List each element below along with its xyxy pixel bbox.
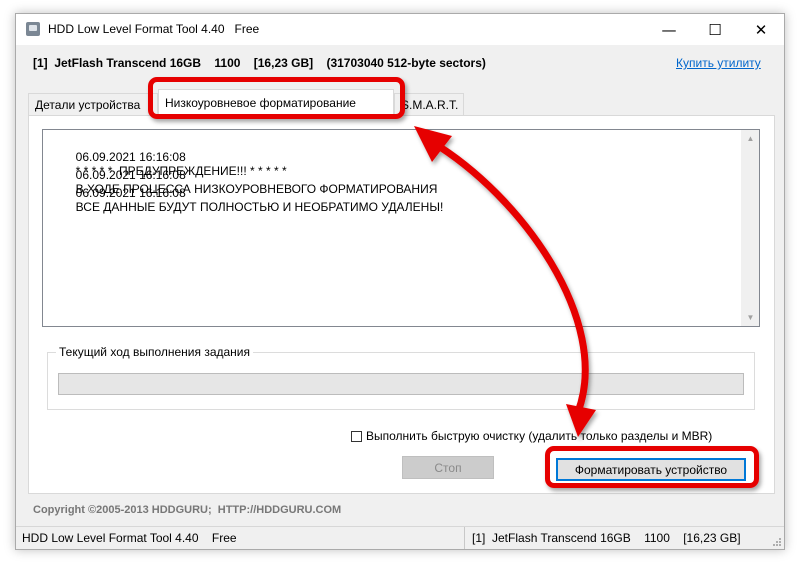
scroll-up-icon[interactable]: ▲	[742, 130, 759, 147]
log-entry: 06.09.2021 16:16:08 ВСЕ ДАННЫЕ БУДУТ ПОЛ…	[49, 172, 444, 228]
log-time: 06.09.2021 16:16:08	[75, 186, 186, 200]
log-list[interactable]: 06.09.2021 16:16:08 * * * * * ПРЕДУПРЕЖД…	[42, 129, 760, 327]
quick-wipe-checkbox[interactable]	[351, 430, 362, 442]
tab-highlight-annotation	[148, 77, 405, 119]
status-device: [1] JetFlash Transcend 16GB 1100 [16,23 …	[472, 531, 741, 545]
window-title: HDD Low Level Format Tool 4.40 Free	[48, 22, 260, 36]
minimize-button[interactable]: —	[646, 14, 692, 45]
log-scrollbar[interactable]: ▲ ▼	[741, 130, 759, 326]
resize-grip-icon[interactable]	[772, 537, 782, 547]
buy-utility-link[interactable]: Купить утилиту	[676, 56, 761, 70]
progress-label: Текущий ход выполнения задания	[56, 345, 253, 359]
status-panel-left: HDD Low Level Format Tool 4.40 Free	[16, 527, 465, 549]
log-text: ВСЕ ДАННЫЕ БУДУТ ПОЛНОСТЬЮ И НЕОБРАТИМО …	[75, 200, 444, 214]
quick-wipe-label[interactable]: Выполнить быструю очистку (удалить тольк…	[366, 429, 712, 443]
maximize-button[interactable]: ☐	[692, 14, 738, 45]
stop-button[interactable]: Стоп	[402, 456, 494, 479]
progress-group: Текущий ход выполнения задания	[47, 345, 755, 410]
quick-wipe-option[interactable]: Выполнить быструю очистку (удалить тольк…	[351, 429, 712, 443]
tab-device-details[interactable]: Детали устройства	[28, 93, 158, 115]
copyright-text: Copyright ©2005-2013 HDDGURU; HTTP://HDD…	[33, 504, 342, 516]
tab-panel-low-level-format: 06.09.2021 16:16:08 * * * * * ПРЕДУПРЕЖД…	[28, 115, 775, 494]
app-icon	[26, 22, 40, 36]
button-highlight-annotation	[545, 446, 759, 488]
status-app-name: HDD Low Level Format Tool 4.40 Free	[22, 531, 237, 545]
title-bar[interactable]: HDD Low Level Format Tool 4.40 Free — ☐ …	[16, 14, 784, 45]
progress-bar	[58, 373, 744, 395]
device-info: [1] JetFlash Transcend 16GB 1100 [16,23 …	[33, 56, 486, 70]
status-bar: HDD Low Level Format Tool 4.40 Free [1] …	[16, 526, 784, 549]
scroll-down-icon[interactable]: ▼	[742, 309, 759, 326]
close-button[interactable]: ✕	[738, 14, 784, 45]
